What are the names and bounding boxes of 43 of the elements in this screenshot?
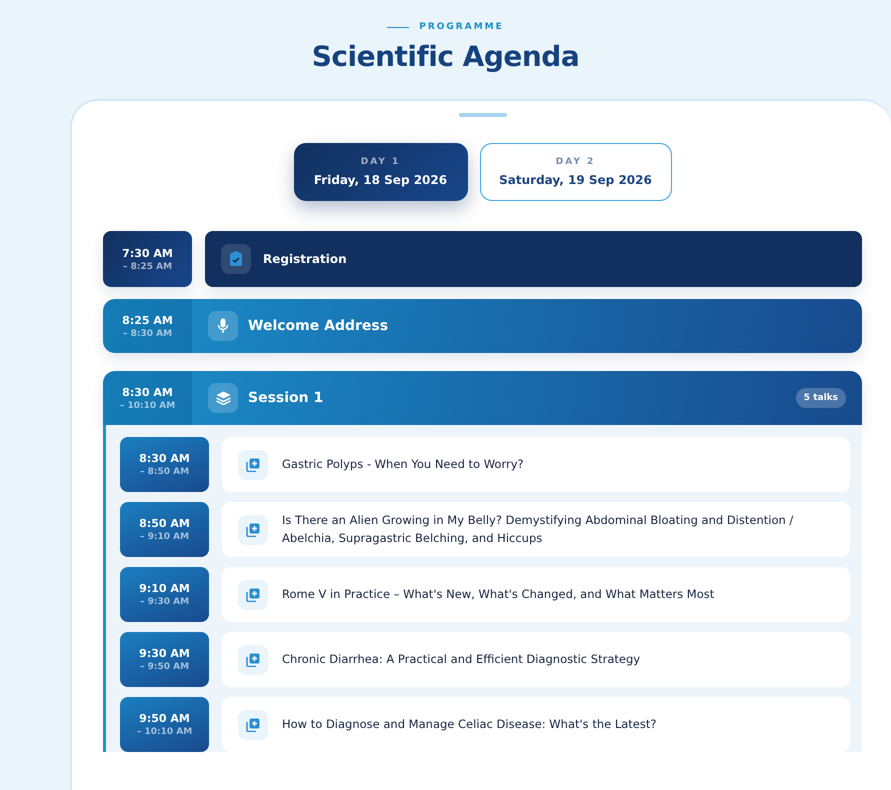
start-time: 7:30 AM <box>122 246 173 260</box>
day-tab[interactable]: DAY 1 Friday, 18 Sep 2026 <box>294 143 468 201</box>
section-eyebrow: PROGRAMME <box>419 22 504 32</box>
add-item-icon <box>246 718 260 732</box>
talk-title: Chronic Diarrhea: A Practical and Efficient Diagnostic Strategy <box>282 650 640 668</box>
start-time: 9:50 AM <box>139 712 190 725</box>
item-title: Registration <box>263 252 347 266</box>
end-time: – 9:10 AM <box>140 532 190 542</box>
talk-card[interactable]: Gastric Polyps - When You Need to Worry? <box>222 437 850 492</box>
page-title: Scientific Agenda <box>312 40 580 73</box>
talk-title: Rome V in Practice – What's New, What's Changed, and What Matters Most <box>282 586 714 603</box>
talk-card[interactable]: How to Diagnose and Manage Celiac Disease: What's the Latest? <box>222 697 850 752</box>
start-time: 9:10 AM <box>139 582 190 595</box>
add-item-icon <box>246 652 260 666</box>
end-time: – 8:30 AM <box>122 328 172 338</box>
session-title: Session 1 <box>248 390 324 406</box>
day-tab[interactable]: DAY 2 Saturday, 19 Sep 2026 <box>480 143 672 201</box>
layers-icon <box>216 391 230 405</box>
talk-card[interactable]: Is There an Alien Growing in My Belly? Demystifying Abdominal Bloating and Distention / Abelchia, Supragastric Belching, and Hiccups <box>222 502 850 557</box>
start-time: 9:30 AM <box>139 647 190 660</box>
add-item-icon <box>246 458 260 472</box>
talk-card[interactable]: Chronic Diarrhea: A Practical and Efficient Diagnostic Strategy <box>222 632 850 687</box>
end-time: – 8:25 AM <box>122 262 172 272</box>
end-time: – 8:50 AM <box>140 467 190 477</box>
end-time: – 10:10 AM <box>136 727 192 737</box>
drag-handle[interactable] <box>458 113 506 117</box>
add-item-icon <box>246 588 260 602</box>
talk-count-badge: 5 talks <box>796 388 846 408</box>
talk-card[interactable]: Rome V in Practice – What's New, What's Changed, and What Matters Most <box>222 567 850 622</box>
microphone-icon <box>217 318 229 334</box>
start-time: 8:25 AM <box>122 314 173 326</box>
start-time: 8:30 AM <box>139 452 190 465</box>
end-time: – 9:30 AM <box>140 597 190 607</box>
talk-title: Gastric Polyps - When You Need to Worry? <box>282 456 524 473</box>
talk-title: Is There an Alien Growing in My Belly? Demystifying Abdominal Bloating and Distention / Abelchia, Supragastric Belching, and Hiccups <box>282 512 794 546</box>
start-time: 8:30 AM <box>122 386 173 398</box>
clipboard-check-icon <box>229 251 243 267</box>
start-time: 8:50 AM <box>139 517 190 530</box>
end-time: – 9:50 AM <box>140 662 190 672</box>
end-time: – 10:10 AM <box>120 400 176 410</box>
add-item-icon <box>246 522 260 536</box>
item-title: Welcome Address <box>248 318 388 334</box>
talk-title: How to Diagnose and Manage Celiac Disease: What's the Latest? <box>282 716 656 733</box>
